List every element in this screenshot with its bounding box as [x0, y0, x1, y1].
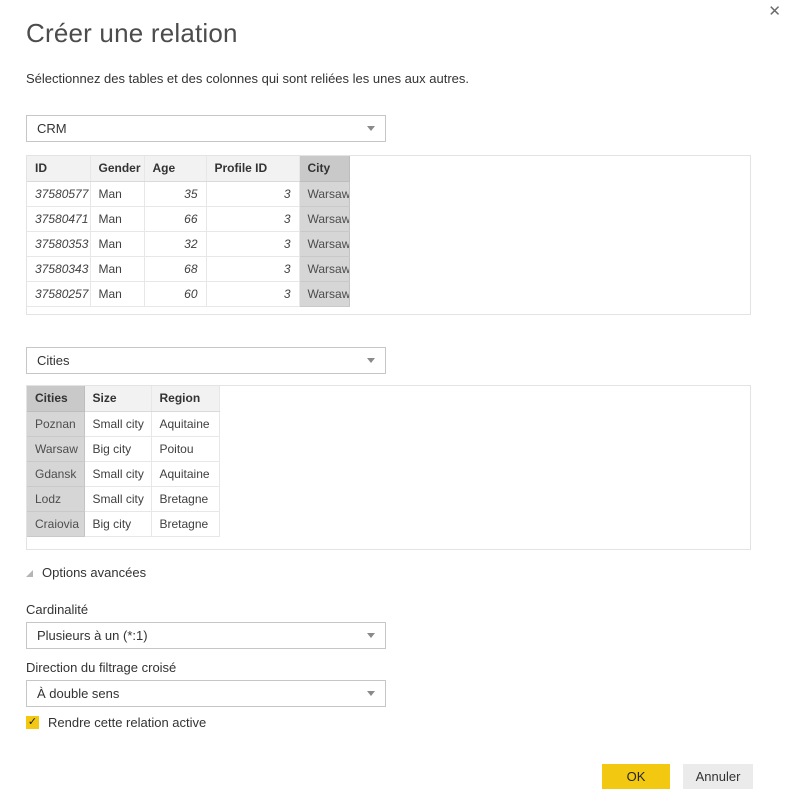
crm-header-row: ID Gender Age Profile ID City	[27, 156, 349, 181]
cell-region[interactable]: Bretagne	[151, 486, 219, 511]
cell-region[interactable]: Aquitaine	[151, 461, 219, 486]
cell-age[interactable]: 66	[144, 206, 206, 231]
cities-table: Cities Size Region Poznan Small city Aqu…	[27, 386, 220, 537]
cell-size[interactable]: Small city	[84, 486, 151, 511]
cross-filter-direction-select[interactable]: À double sens	[26, 680, 386, 707]
chevron-down-icon	[367, 358, 375, 363]
cell-profile-id[interactable]: 3	[206, 256, 299, 281]
table1-preview: ID Gender Age Profile ID City 37580577 M…	[26, 155, 751, 315]
dialog-title: Créer une relation	[26, 18, 238, 49]
cell-size[interactable]: Small city	[84, 461, 151, 486]
cell-gender[interactable]: Man	[90, 256, 144, 281]
cell-gender[interactable]: Man	[90, 206, 144, 231]
cell-gender[interactable]: Man	[90, 181, 144, 206]
table-row: 37580257 Man 60 3 Warsaw	[27, 281, 349, 306]
cell-age[interactable]: 60	[144, 281, 206, 306]
cell-region[interactable]: Poitou	[151, 436, 219, 461]
table-row: 37580343 Man 68 3 Warsaw	[27, 256, 349, 281]
cell-age[interactable]: 32	[144, 231, 206, 256]
cell-id[interactable]: 37580343	[27, 256, 90, 281]
column-header-size[interactable]: Size	[84, 386, 151, 411]
cell-cities[interactable]: Poznan	[27, 411, 84, 436]
cross-filter-direction-select-value: À double sens	[37, 686, 119, 701]
table-row: 37580577 Man 35 3 Warsaw	[27, 181, 349, 206]
table-row: Craiovia Big city Bretagne	[27, 511, 219, 536]
expander-triangle-icon	[26, 570, 33, 577]
chevron-down-icon	[367, 126, 375, 131]
table-row: Warsaw Big city Poitou	[27, 436, 219, 461]
cell-city[interactable]: Warsaw	[299, 206, 349, 231]
cell-region[interactable]: Bretagne	[151, 511, 219, 536]
column-header-profile-id[interactable]: Profile ID	[206, 156, 299, 181]
table1-select[interactable]: CRM	[26, 115, 386, 142]
chevron-down-icon	[367, 633, 375, 638]
cell-size[interactable]: Big city	[84, 436, 151, 461]
cell-age[interactable]: 68	[144, 256, 206, 281]
cell-city[interactable]: Warsaw	[299, 256, 349, 281]
cell-profile-id[interactable]: 3	[206, 206, 299, 231]
cell-city[interactable]: Warsaw	[299, 231, 349, 256]
cardinality-label: Cardinalité	[26, 602, 88, 617]
cell-gender[interactable]: Man	[90, 281, 144, 306]
cell-id[interactable]: 37580577	[27, 181, 90, 206]
cell-age[interactable]: 35	[144, 181, 206, 206]
cell-profile-id[interactable]: 3	[206, 281, 299, 306]
table2-select[interactable]: Cities	[26, 347, 386, 374]
advanced-options-toggle[interactable]: Options avancées	[26, 565, 146, 580]
column-header-age[interactable]: Age	[144, 156, 206, 181]
cell-cities[interactable]: Craiovia	[27, 511, 84, 536]
column-header-region[interactable]: Region	[151, 386, 219, 411]
table-row: 37580353 Man 32 3 Warsaw	[27, 231, 349, 256]
ok-button[interactable]: OK	[602, 764, 670, 789]
close-icon[interactable]: ✕	[768, 4, 781, 20]
table-row: Lodz Small city Bretagne	[27, 486, 219, 511]
table-row: Poznan Small city Aquitaine	[27, 411, 219, 436]
table-row: Gdansk Small city Aquitaine	[27, 461, 219, 486]
cell-id[interactable]: 37580471	[27, 206, 90, 231]
column-header-gender[interactable]: Gender	[90, 156, 144, 181]
cities-header-row: Cities Size Region	[27, 386, 219, 411]
column-header-city-selected[interactable]: City	[299, 156, 349, 181]
cell-id[interactable]: 37580257	[27, 281, 90, 306]
table2-preview: Cities Size Region Poznan Small city Aqu…	[26, 385, 751, 550]
cell-cities[interactable]: Warsaw	[27, 436, 84, 461]
make-relationship-active-row[interactable]: ✓ Rendre cette relation active	[26, 715, 206, 730]
chevron-down-icon	[367, 691, 375, 696]
cell-id[interactable]: 37580353	[27, 231, 90, 256]
cell-profile-id[interactable]: 3	[206, 231, 299, 256]
column-header-cities-selected[interactable]: Cities	[27, 386, 84, 411]
cell-size[interactable]: Small city	[84, 411, 151, 436]
create-relationship-dialog: ✕ Créer une relation Sélectionnez des ta…	[0, 0, 797, 806]
cell-city[interactable]: Warsaw	[299, 181, 349, 206]
cancel-button[interactable]: Annuler	[683, 764, 753, 789]
column-header-id[interactable]: ID	[27, 156, 90, 181]
advanced-options-label: Options avancées	[42, 565, 146, 580]
table-row: 37580471 Man 66 3 Warsaw	[27, 206, 349, 231]
table1-select-value: CRM	[37, 121, 67, 136]
cell-gender[interactable]: Man	[90, 231, 144, 256]
checkbox-checked-icon[interactable]: ✓	[26, 716, 39, 729]
cardinality-select-value: Plusieurs à un (*:1)	[37, 628, 148, 643]
table2-select-value: Cities	[37, 353, 70, 368]
cell-cities[interactable]: Lodz	[27, 486, 84, 511]
cell-city[interactable]: Warsaw	[299, 281, 349, 306]
cell-cities[interactable]: Gdansk	[27, 461, 84, 486]
cell-profile-id[interactable]: 3	[206, 181, 299, 206]
cross-filter-direction-label: Direction du filtrage croisé	[26, 660, 176, 675]
crm-table: ID Gender Age Profile ID City 37580577 M…	[27, 156, 350, 307]
make-relationship-active-label: Rendre cette relation active	[48, 715, 206, 730]
cell-region[interactable]: Aquitaine	[151, 411, 219, 436]
cardinality-select[interactable]: Plusieurs à un (*:1)	[26, 622, 386, 649]
cell-size[interactable]: Big city	[84, 511, 151, 536]
dialog-subtitle: Sélectionnez des tables et des colonnes …	[26, 71, 469, 86]
